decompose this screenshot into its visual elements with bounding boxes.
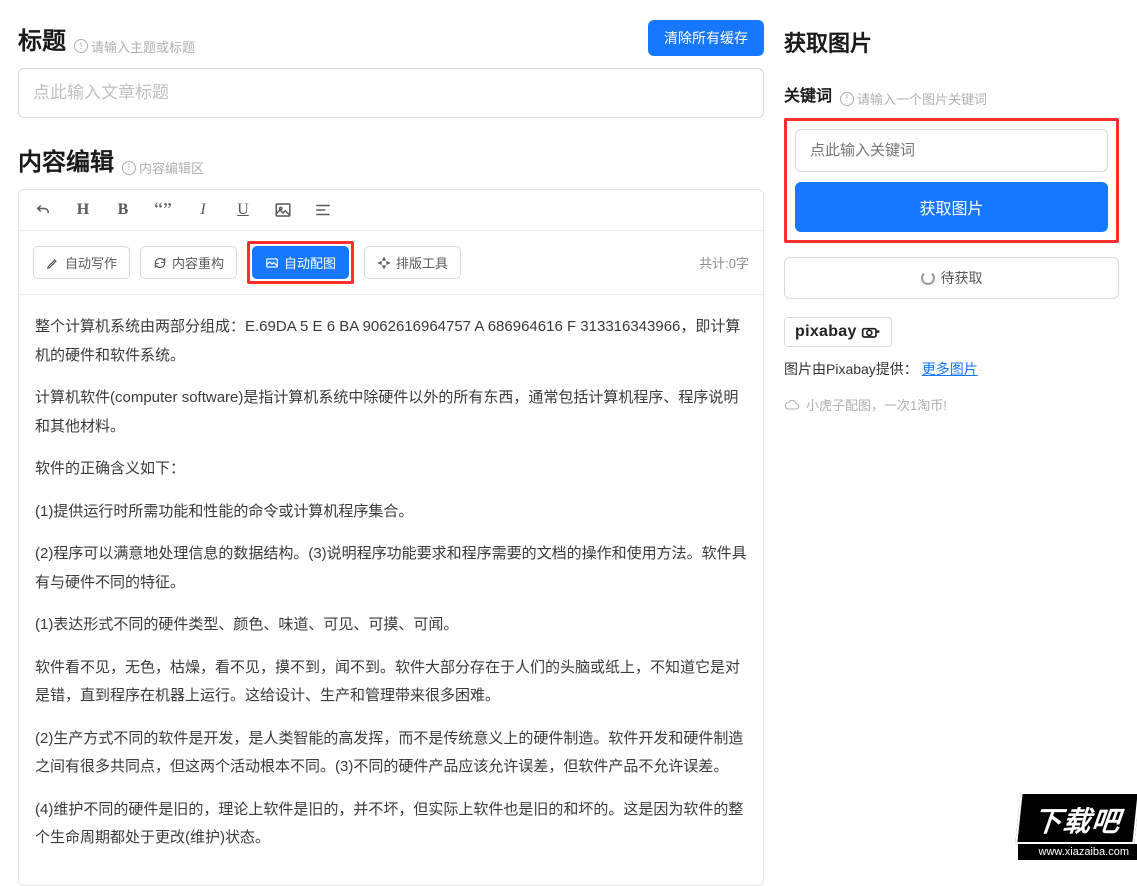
paragraph: 计算机软件(computer software)是指计算机系统中除硬件以外的所有… [35, 384, 747, 441]
get-image-panel-title: 获取图片 [784, 26, 1119, 58]
align-icon[interactable] [313, 200, 333, 220]
title-section-header: 标题 ! 请输入主题或标题 清除所有缓存 [18, 20, 764, 56]
cloud-icon [784, 399, 800, 411]
quote-icon[interactable]: “” [153, 200, 173, 220]
article-title-input[interactable] [18, 68, 764, 118]
info-icon: ! [840, 92, 854, 106]
auto-write-button[interactable]: 自动写作 [33, 246, 130, 279]
keyword-highlight-box: 获取图片 [784, 118, 1119, 243]
paragraph: (4)维护不同的硬件是旧的，理论上软件是旧的，并不坏，但实际上软件也是旧的和坏的… [35, 796, 747, 853]
paragraph: 软件看不见，无色，枯燥，看不见，摸不到，闻不到。软件大部分存在于人们的头脑或纸上… [35, 654, 747, 711]
editor-content-area[interactable]: 整个计算机系统由两部分组成：E.69DA 5 E 6 BA 9062616964… [19, 295, 763, 885]
info-icon: ! [74, 39, 88, 53]
auto-image-highlight: 自动配图 [247, 241, 354, 284]
layout-icon [377, 256, 391, 270]
undo-icon[interactable] [33, 200, 53, 220]
paragraph: 软件的正确含义如下： [35, 455, 747, 484]
underline-icon[interactable]: U [233, 200, 253, 220]
info-icon: ! [122, 161, 136, 175]
italic-icon[interactable]: I [193, 200, 213, 220]
keyword-hint: ! 请输入一个图片关键词 [840, 89, 987, 108]
picture-icon [265, 256, 279, 270]
image-icon[interactable] [273, 200, 293, 220]
heading-icon[interactable]: H [73, 200, 93, 220]
camera-icon [861, 325, 881, 339]
watermark: 下载吧 www.xiazaiba.com [1018, 792, 1137, 860]
title-label: 标题 [18, 21, 66, 56]
paragraph: (1)表达形式不同的硬件类型、颜色、味道、可见、可摸、可闻。 [35, 611, 747, 640]
paragraph: (2)生产方式不同的软件是开发，是人类智能的高发挥，而不是传统意义上的硬件制造。… [35, 725, 747, 782]
editor-container: H B “” I U 自动写作 内容重构 [18, 189, 764, 886]
paragraph: 整个计算机系统由两部分组成：E.69DA 5 E 6 BA 9062616964… [35, 313, 747, 370]
clear-cache-button[interactable]: 清除所有缓存 [648, 20, 764, 56]
title-hint: ! 请输入主题或标题 [74, 37, 195, 56]
content-edit-hint: ! 内容编辑区 [122, 158, 204, 177]
paragraph: (2)程序可以满意地处理信息的数据结构。(3)说明程序功能要求和程序需要的文档的… [35, 540, 747, 597]
pencil-icon [46, 256, 60, 270]
action-toolbar: 自动写作 内容重构 自动配图 排版工具 共计:0字 [19, 231, 763, 295]
paragraph: (1)提供运行时所需功能和性能的命令或计算机程序集合。 [35, 498, 747, 527]
auto-image-button[interactable]: 自动配图 [252, 246, 349, 279]
footer-note: 小虎子配图，一次1淘币! [784, 395, 1119, 414]
layout-tool-button[interactable]: 排版工具 [364, 246, 461, 279]
keyword-label: 关键词 [784, 82, 832, 106]
more-images-link[interactable]: 更多图片 [922, 361, 978, 377]
bold-icon[interactable]: B [113, 200, 133, 220]
refresh-icon [153, 256, 167, 270]
pending-button[interactable]: 待获取 [784, 257, 1119, 299]
watermark-url: www.xiazaiba.com [1018, 844, 1137, 860]
get-image-button[interactable]: 获取图片 [795, 182, 1108, 232]
format-toolbar: H B “” I U [19, 190, 763, 231]
word-count-label: 共计:0字 [699, 253, 749, 272]
keyword-input[interactable] [795, 129, 1108, 172]
content-restructure-button[interactable]: 内容重构 [140, 246, 237, 279]
watermark-logo: 下载吧 [1015, 792, 1137, 844]
pixabay-badge: pixabay [784, 317, 892, 347]
image-credit-line: 图片由Pixabay提供： 更多图片 [784, 359, 1119, 379]
content-edit-label: 内容编辑 [18, 142, 114, 177]
spinner-icon [921, 271, 935, 285]
